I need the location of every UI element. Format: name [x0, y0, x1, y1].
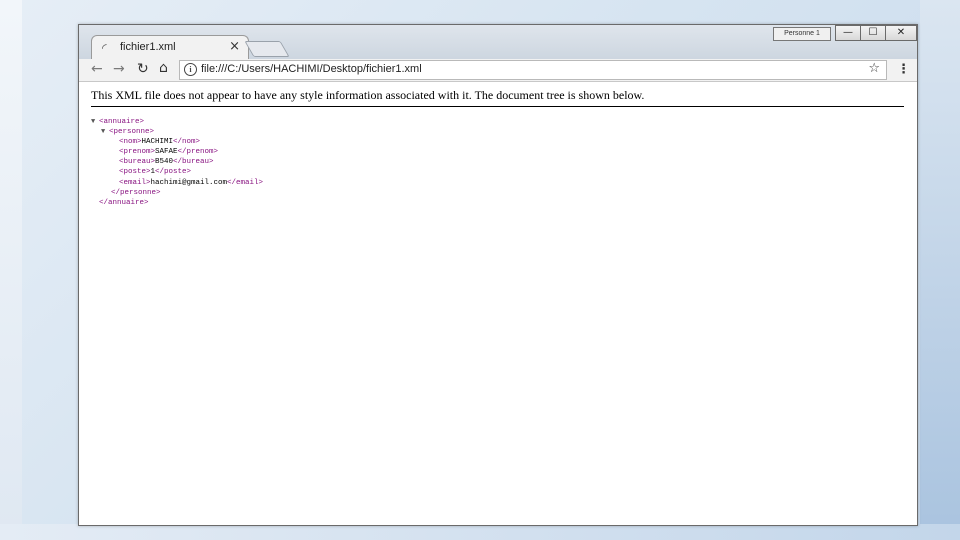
- xml-line-email: <email>hachimi@gmail.com</email>: [91, 178, 263, 188]
- new-tab-button[interactable]: [244, 41, 290, 57]
- navigation-toolbar: ← → ↻ ⌂ i file:///C:/Users/HACHIMI/Deskt…: [79, 59, 917, 82]
- xml-tree: ▼ <annuaire> ▼ <personne> <nom>HACHIMI</no…: [91, 117, 263, 208]
- xml-line-nom: <nom>HACHIMI</nom>: [91, 137, 263, 147]
- xml-style-notice: This XML file does not appear to have an…: [91, 88, 645, 102]
- maximize-button[interactable]: ☐: [860, 25, 886, 41]
- loading-favicon-icon: ◜: [102, 41, 107, 55]
- info-icon[interactable]: i: [184, 63, 197, 76]
- slide-background-bottom: [0, 524, 960, 540]
- xml-tag: </bureau>: [173, 158, 214, 167]
- profile-button[interactable]: Personne 1: [773, 27, 831, 41]
- xml-tag: <nom>: [119, 138, 142, 147]
- tab-title: fichier1.xml: [120, 41, 176, 53]
- xml-line-annuaire-open: ▼ <annuaire>: [91, 117, 263, 127]
- slide-background-left: [0, 0, 22, 540]
- xml-tag: </poste>: [155, 168, 192, 177]
- notice-divider: [91, 106, 904, 107]
- xml-value: SAFAE: [155, 148, 178, 157]
- back-arrow-icon[interactable]: ←: [91, 61, 103, 77]
- address-bar[interactable]: i file:///C:/Users/HACHIMI/Desktop/fichi…: [179, 60, 887, 80]
- forward-arrow-icon[interactable]: →: [113, 61, 125, 77]
- reload-icon[interactable]: ↻: [137, 61, 149, 77]
- page-content: This XML file does not appear to have an…: [79, 82, 917, 525]
- slide-background-right: [920, 0, 960, 540]
- xml-line-poste: <poste>1</poste>: [91, 167, 263, 177]
- xml-tag: </annuaire>: [99, 198, 149, 207]
- xml-line-annuaire-close: </annuaire>: [91, 198, 263, 208]
- bookmark-star-icon[interactable]: ☆: [868, 61, 880, 76]
- xml-line-bureau: <bureau>B540</bureau>: [91, 157, 263, 167]
- menu-icon[interactable]: ⋮: [897, 62, 910, 77]
- xml-tag: </email>: [227, 178, 264, 187]
- xml-tag: <annuaire>: [99, 118, 145, 126]
- url-text[interactable]: file:///C:/Users/HACHIMI/Desktop/fichier…: [201, 63, 422, 75]
- xml-tag: </personne>: [111, 188, 161, 197]
- xml-value: HACHIMI: [141, 138, 174, 147]
- xml-tag: <poste>: [119, 168, 151, 177]
- xml-line-personne-close: </personne>: [91, 188, 263, 198]
- tab-close-icon[interactable]: ×: [229, 39, 240, 54]
- tab-fichier1[interactable]: ◜ fichier1.xml ×: [91, 35, 249, 60]
- xml-value: B540: [155, 158, 174, 167]
- xml-tag: <personne>: [109, 128, 155, 137]
- xml-line-prenom: <prenom>SAFAE</prenom>: [91, 147, 263, 157]
- title-bar: ◜ fichier1.xml × Personne 1 — ☐ ✕: [79, 25, 917, 60]
- browser-window: ◜ fichier1.xml × Personne 1 — ☐ ✕ ← → ↻ …: [78, 24, 918, 526]
- close-button[interactable]: ✕: [885, 25, 917, 41]
- collapse-triangle-icon[interactable]: ▼: [101, 127, 109, 137]
- xml-tag: <email>: [119, 178, 151, 187]
- xml-tag: </prenom>: [177, 148, 219, 157]
- xml-tag: <bureau>: [119, 158, 156, 167]
- xml-value: hachimi@gmail.com: [150, 178, 228, 187]
- minimize-button[interactable]: —: [835, 25, 861, 41]
- xml-line-personne-open: ▼ <personne>: [91, 127, 263, 137]
- xml-tag: <prenom>: [119, 148, 156, 157]
- home-icon[interactable]: ⌂: [159, 60, 168, 76]
- xml-tag: </nom>: [173, 138, 201, 147]
- collapse-triangle-icon[interactable]: ▼: [91, 117, 99, 127]
